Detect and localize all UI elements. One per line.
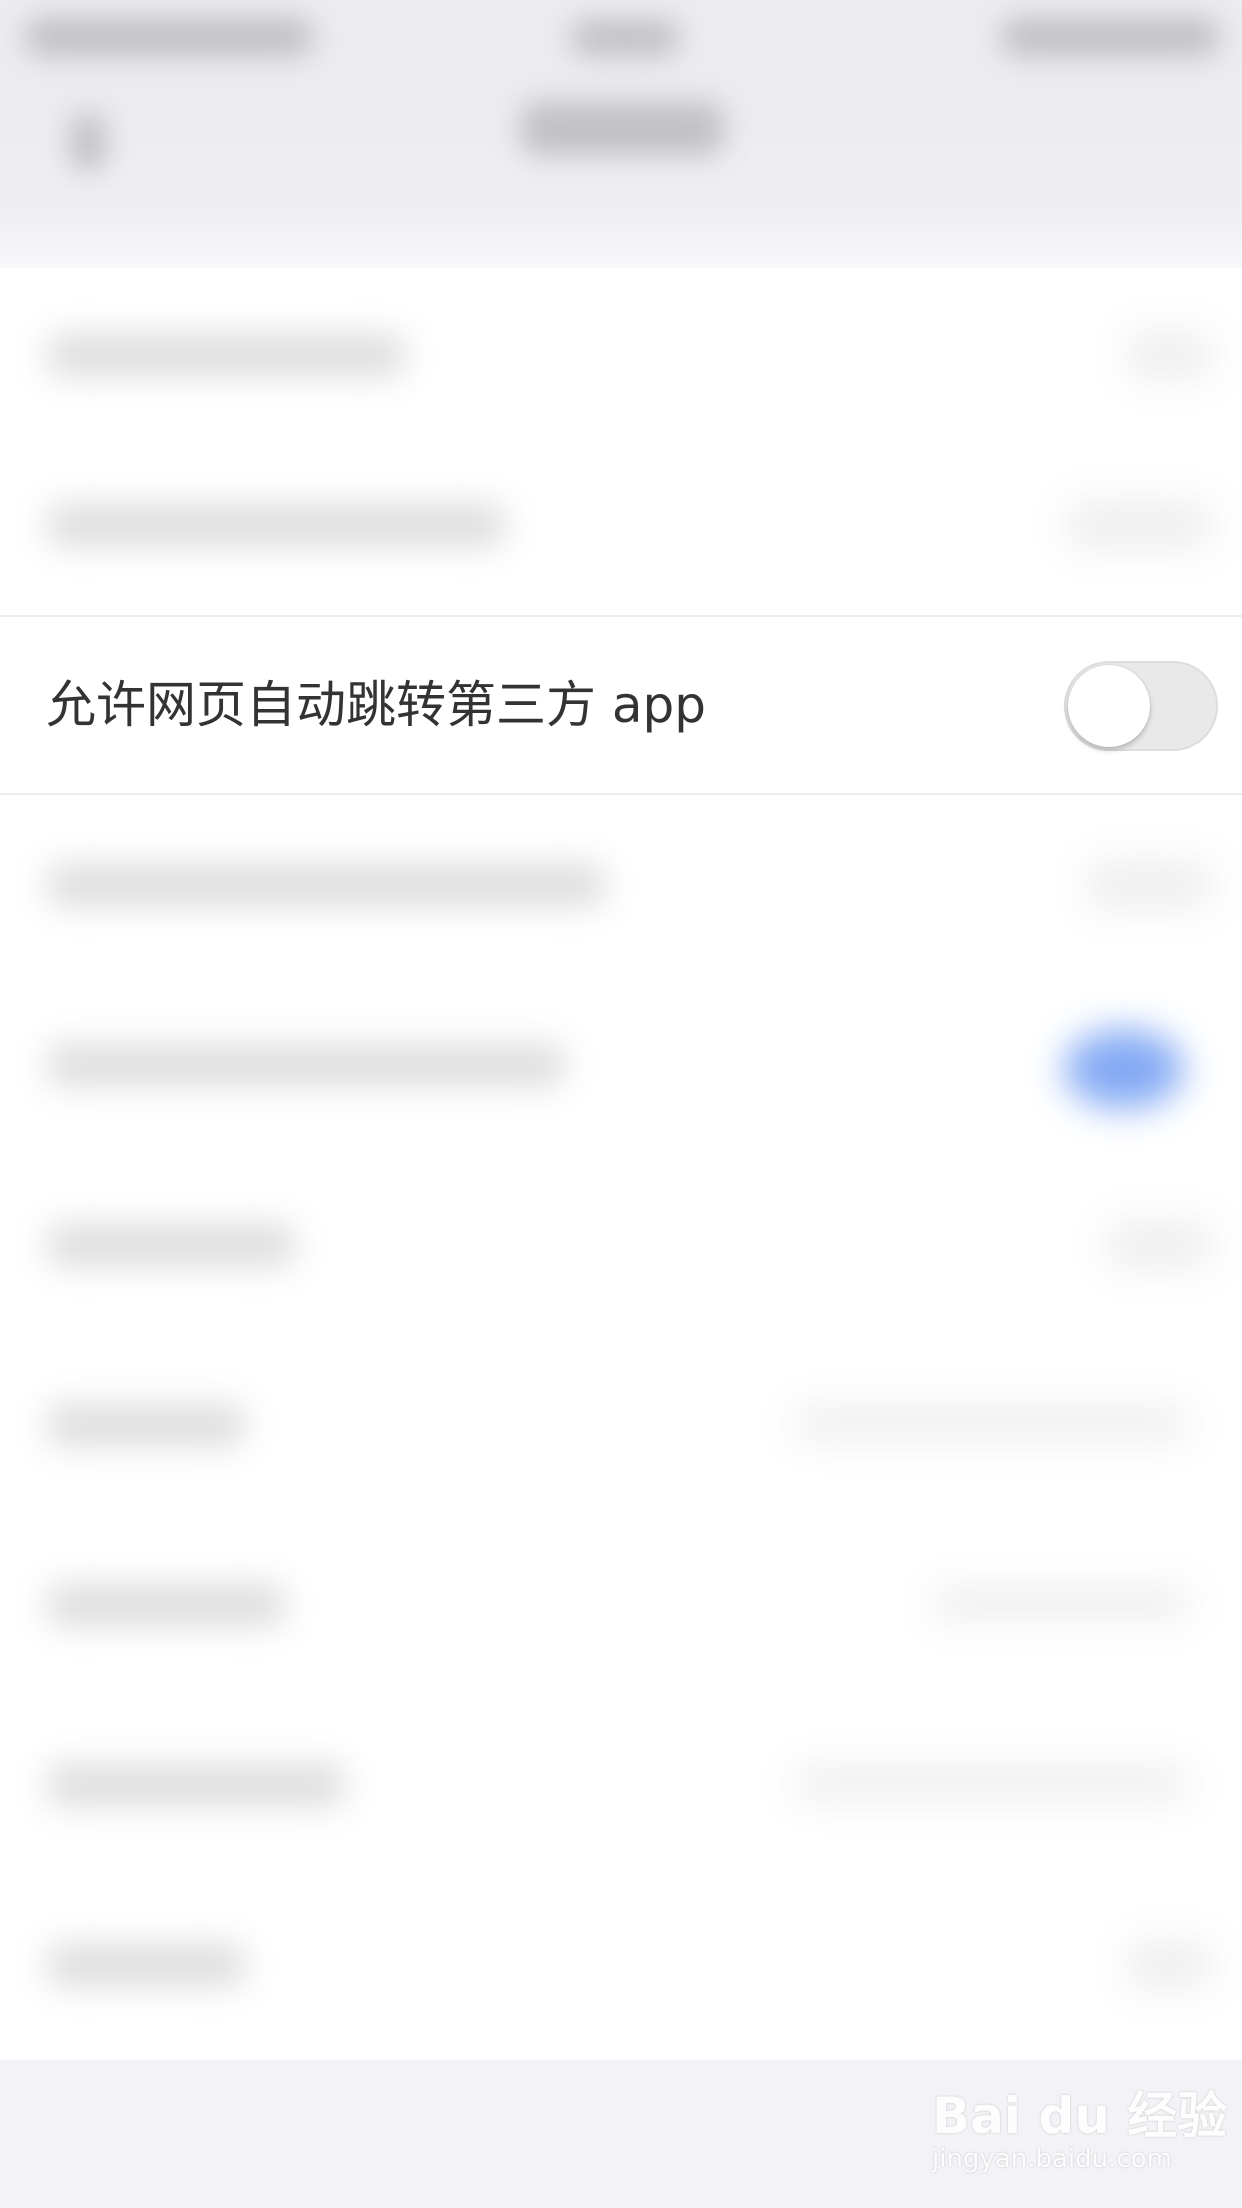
- baidu-jingyan-watermark: Bai du 经验 jingyan.baidu.com: [932, 2076, 1227, 2186]
- blurred-row-control: [1124, 1939, 1214, 1991]
- blurred-row-label: [46, 503, 506, 547]
- status-center-blur: [570, 20, 680, 56]
- blurred-row-value: [792, 1765, 1192, 1801]
- blurred-settings-row[interactable]: [0, 1155, 1242, 1335]
- status-bar: [0, 0, 1242, 90]
- blurred-settings-row[interactable]: [0, 1695, 1242, 1875]
- blurred-row-label: [46, 1943, 246, 1987]
- back-button-blur[interactable]: [70, 112, 106, 172]
- blurred-settings-row[interactable]: [0, 795, 1242, 975]
- blurred-row-control: [1124, 329, 1214, 381]
- blurred-row-label: [46, 863, 606, 907]
- blurred-settings-row[interactable]: [0, 435, 1242, 615]
- blurred-row-label: [46, 1763, 346, 1807]
- blurred-settings-row[interactable]: [0, 975, 1242, 1155]
- settings-row-third-party-app[interactable]: 允许网页自动跳转第三方 app: [0, 615, 1242, 795]
- navigation-bar: [0, 90, 1242, 268]
- blurred-row-control: [1104, 1219, 1214, 1271]
- blurred-row-label: [46, 1043, 566, 1087]
- blurred-row-label: [46, 1403, 246, 1447]
- page-title-blur: [520, 102, 725, 156]
- blurred-row-control: [1084, 859, 1214, 911]
- toggle-knob: [1068, 665, 1150, 747]
- third-party-app-toggle[interactable]: [1064, 661, 1218, 751]
- blurred-row-label: [46, 1583, 286, 1627]
- blurred-toggle-on[interactable]: [1064, 1029, 1184, 1109]
- watermark-logo: Bai du 经验: [932, 2087, 1228, 2145]
- blurred-row-value: [792, 1405, 1192, 1441]
- blurred-row-label: [46, 333, 406, 377]
- blurred-row-label: [46, 1223, 296, 1267]
- watermark-url: jingyan.baidu.com: [932, 2144, 1172, 2174]
- blurred-row-value: [932, 1585, 1192, 1621]
- status-right-blur: [1000, 18, 1220, 56]
- settings-row-label: 允许网页自动跳转第三方 app: [46, 676, 707, 734]
- blurred-settings-row[interactable]: [0, 1335, 1242, 1515]
- blurred-row-control: [1064, 499, 1214, 551]
- blurred-settings-row[interactable]: [0, 265, 1242, 445]
- status-left-blur: [24, 18, 314, 56]
- blurred-settings-row[interactable]: [0, 1515, 1242, 1695]
- blurred-settings-row[interactable]: [0, 1875, 1242, 2055]
